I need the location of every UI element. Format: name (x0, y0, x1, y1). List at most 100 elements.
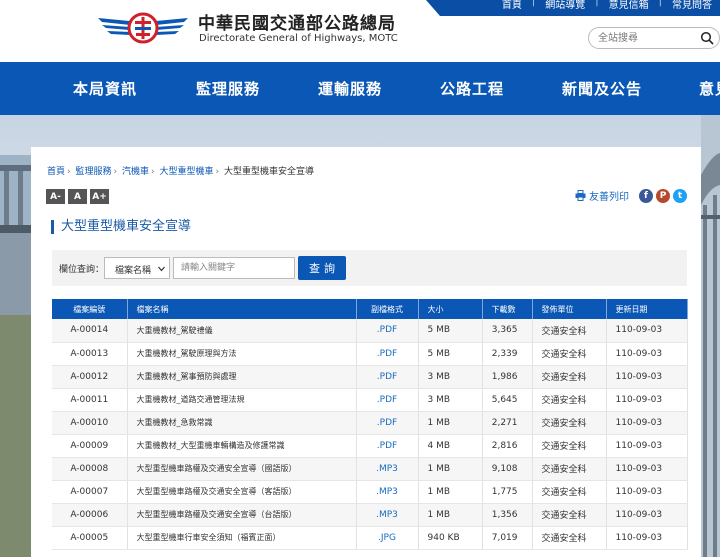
file-format-link[interactable]: .MP3 (356, 503, 419, 527)
download-count: 9,108 (482, 457, 533, 481)
file-name-link[interactable]: 大重機教材_急救常識 (127, 411, 357, 435)
nav-item-transport[interactable]: 運輸服務 (318, 78, 382, 99)
search-icon[interactable] (700, 31, 714, 45)
top-links: 首頁 | 網站導覽 | 意見信箱 | 常見問答 (502, 0, 712, 11)
site-title-zh[interactable]: 中華民國交通部公路總局 (198, 9, 396, 34)
column-header-name[interactable]: 檔案名稱 (127, 299, 357, 319)
file-name-link[interactable]: 大型重型機車行車安全須知（福賓正面） (127, 526, 357, 550)
column-header-id[interactable]: 檔案編號 (52, 299, 128, 319)
top-link-feedback[interactable]: 意見信箱 (609, 0, 649, 11)
file-name-link[interactable]: 大型重型機車路權及交通安全宣導（客語版） (127, 480, 357, 504)
font-size-large-button[interactable]: A+ (90, 189, 109, 204)
font-size-normal-button[interactable]: A (68, 189, 87, 204)
font-size-small-button[interactable]: A- (46, 189, 65, 204)
printer-icon[interactable] (575, 190, 586, 201)
column-header-updated[interactable]: 更新日期 (606, 299, 688, 319)
download-count: 2,271 (482, 411, 533, 435)
file-name-link[interactable]: 大重機教材_大型重機車輛構造及修護常識 (127, 434, 357, 458)
nav-item-about[interactable]: 本局資訊 (73, 78, 137, 99)
table-row: A-00013 大重機教材_駕駛原理與方法 .PDF 5 MB 2,339 交通… (52, 342, 688, 366)
file-id: A-00013 (52, 342, 128, 366)
plurk-share-icon[interactable]: P (656, 188, 670, 203)
site-title-en: Directorate General of Highways, MOTC (199, 33, 398, 44)
column-header-publisher[interactable]: 發佈單位 (532, 299, 607, 319)
site-search[interactable] (588, 27, 720, 49)
publisher: 交通安全科 (532, 503, 607, 527)
site-search-input[interactable] (598, 31, 694, 46)
publisher: 交通安全科 (532, 434, 607, 458)
file-id: A-00010 (52, 411, 128, 435)
download-count: 2,816 (482, 434, 533, 458)
breadcrumb-home[interactable]: 首頁 (47, 167, 65, 177)
publisher: 交通安全科 (532, 526, 607, 550)
filter-field-select[interactable]: 檔案名稱 (104, 257, 170, 279)
file-format-link[interactable]: .PDF (356, 411, 419, 435)
top-link-sitemap[interactable]: 網站導覽 (545, 0, 585, 11)
file-size: 1 MB (418, 480, 483, 504)
file-name-link[interactable]: 大重機教材_駕駛原理與方法 (127, 342, 357, 366)
file-format-link[interactable]: .PDF (356, 365, 419, 389)
file-name-link[interactable]: 大重機教材_駕事預防與處理 (127, 365, 357, 389)
top-link-separator: | (595, 0, 599, 7)
file-size: 3 MB (418, 365, 483, 389)
publisher: 交通安全科 (532, 365, 607, 389)
file-size: 3 MB (418, 388, 483, 412)
update-date: 110-09-03 (606, 434, 688, 458)
file-name-link[interactable]: 大重機教材_道路交通管理法規 (127, 388, 357, 412)
print-link[interactable]: 友善列印 (589, 188, 629, 203)
facebook-share-icon[interactable]: f (639, 188, 653, 203)
breadcrumb-heavy-motorcycle[interactable]: 大型重型機車 (160, 167, 214, 177)
file-size: 1 MB (418, 503, 483, 527)
file-format-link[interactable]: .PDF (356, 342, 419, 366)
file-format-link[interactable]: .PDF (356, 434, 419, 458)
file-id: A-00009 (52, 434, 128, 458)
column-header-size[interactable]: 大小 (418, 299, 483, 319)
file-name-link[interactable]: 大型重型機車路權及交通安全宣導（台語版） (127, 503, 357, 527)
publisher: 交通安全科 (532, 319, 607, 343)
download-count: 1,356 (482, 503, 533, 527)
file-name-link[interactable]: 大型重型機車路權及交通安全宣導（國語版） (127, 457, 357, 481)
table-row: A-00008 大型重型機車路權及交通安全宣導（國語版） .MP3 1 MB 9… (52, 457, 688, 481)
nav-item-news[interactable]: 新聞及公告 (562, 78, 642, 99)
page-tools: 友善列印 f P t (575, 188, 687, 203)
update-date: 110-09-03 (606, 480, 688, 504)
nav-item-engineering[interactable]: 公路工程 (440, 78, 504, 99)
nav-item-feedback[interactable]: 意見 (699, 78, 720, 99)
nav-item-supervision[interactable]: 監理服務 (196, 78, 260, 99)
keyword-input[interactable] (173, 257, 295, 279)
file-size: 1 MB (418, 457, 483, 481)
top-link-separator: | (658, 0, 662, 7)
top-links-bar: 首頁 | 網站導覽 | 意見信箱 | 常見問答 (426, 0, 720, 16)
file-id: A-00008 (52, 457, 128, 481)
top-link-home[interactable]: 首頁 (502, 0, 522, 11)
update-date: 110-09-03 (606, 503, 688, 527)
file-id: A-00005 (52, 526, 128, 550)
dgh-emblem-icon[interactable] (96, 8, 190, 46)
column-header-downloads[interactable]: 下載數 (482, 299, 533, 319)
twitter-share-icon[interactable]: t (673, 188, 687, 203)
publisher: 交通安全科 (532, 480, 607, 504)
update-date: 110-09-03 (606, 342, 688, 366)
file-id: A-00014 (52, 319, 128, 343)
file-size: 1 MB (418, 411, 483, 435)
update-date: 110-09-03 (606, 388, 688, 412)
file-format-link[interactable]: .JPG (356, 526, 419, 550)
breadcrumb-vehicles[interactable]: 汽機車 (122, 167, 149, 177)
file-size: 5 MB (418, 319, 483, 343)
file-format-link[interactable]: .PDF (356, 319, 419, 343)
file-format-link[interactable]: .PDF (356, 388, 419, 412)
file-name-link[interactable]: 大重機教材_駕駛禮儀 (127, 319, 357, 343)
publisher: 交通安全科 (532, 388, 607, 412)
file-size: 4 MB (418, 434, 483, 458)
table-row: A-00011 大重機教材_道路交通管理法規 .PDF 3 MB 5,645 交… (52, 388, 688, 412)
file-format-link[interactable]: .MP3 (356, 480, 419, 504)
breadcrumb-supervision[interactable]: 監理服務 (76, 167, 112, 177)
file-id: A-00006 (52, 503, 128, 527)
column-header-format[interactable]: 副檔格式 (356, 299, 419, 319)
main-nav: 本局資訊 監理服務 運輸服務 公路工程 新聞及公告 意見 (0, 62, 720, 115)
publisher: 交通安全科 (532, 457, 607, 481)
file-format-link[interactable]: .MP3 (356, 457, 419, 481)
query-button[interactable]: 查詢 (298, 256, 346, 280)
top-link-faq[interactable]: 常見問答 (672, 0, 712, 11)
table-row: A-00014 大重機教材_駕駛禮儀 .PDF 5 MB 3,365 交通安全科… (52, 319, 688, 343)
